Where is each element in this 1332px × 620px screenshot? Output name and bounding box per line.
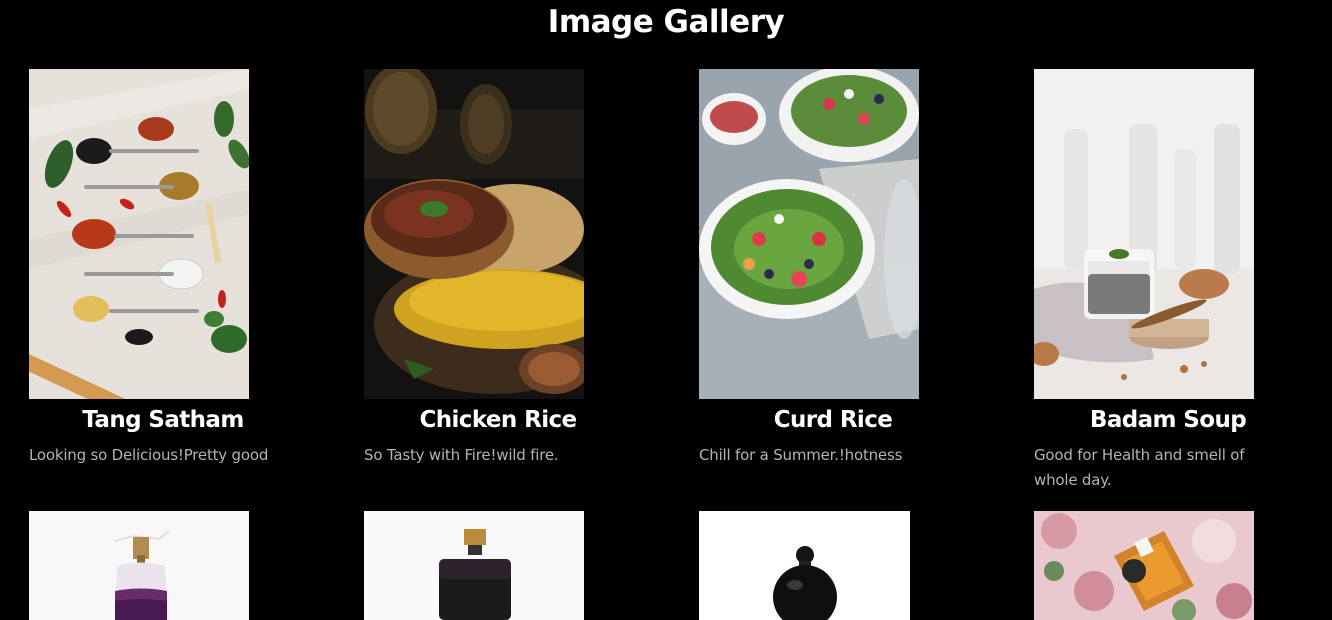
perfume-round-photo	[699, 511, 910, 620]
card-title: Badam Soup	[1089, 407, 1247, 433]
gallery-page: Image Gallery Tang Satham Looking so Del…	[0, 0, 1332, 620]
spices-photo	[29, 69, 249, 399]
salad-photo	[699, 69, 919, 399]
chia-pudding-photo	[1034, 69, 1254, 399]
card-description: So Tasty with Fire!wild fire.	[364, 446, 559, 464]
card-description: Good for Health and smell of whole day.	[1034, 446, 1245, 489]
gallery-card: Curd Rice Chill for a Summer.!hotness	[699, 69, 999, 464]
gallery-card: Badam Soup Good for Health and smell of …	[1034, 69, 1332, 489]
card-description: Looking so Delicious!Pretty good	[29, 446, 269, 464]
card-title: Tang Satham	[82, 407, 244, 433]
gallery-card	[699, 511, 999, 620]
perfume-black-photo	[364, 511, 584, 620]
card-title: Chicken Rice	[419, 407, 577, 433]
gallery-card	[1034, 511, 1332, 620]
perfume-floral-photo	[1034, 511, 1254, 620]
page-title: Image Gallery	[547, 4, 785, 40]
perfume-purple-photo	[29, 511, 249, 620]
gallery-card	[364, 511, 664, 620]
gallery-card	[29, 511, 329, 620]
card-description: Chill for a Summer.!hotness	[699, 446, 903, 464]
gallery-card: Chicken Rice So Tasty with Fire!wild fir…	[364, 69, 664, 464]
gallery-card: Tang Satham Looking so Delicious!Pretty …	[29, 69, 329, 464]
card-title: Curd Rice	[773, 407, 893, 433]
curry-rice-photo	[364, 69, 584, 399]
